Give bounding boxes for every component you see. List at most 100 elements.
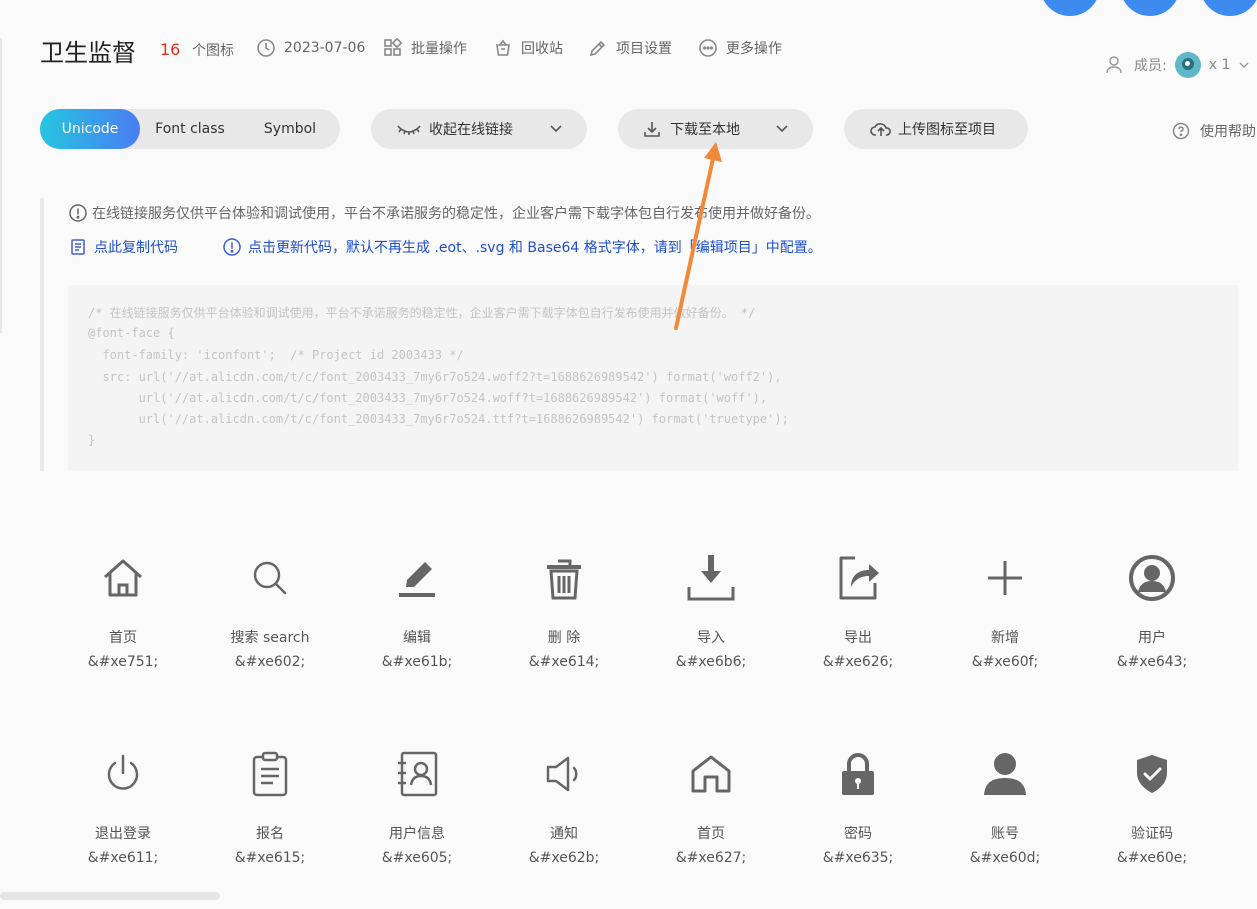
icon-tile[interactable]: 首页 &#xe751; xyxy=(68,553,178,713)
help-label: 使用帮助 xyxy=(1200,124,1256,140)
icon-code: &#xe611; xyxy=(87,850,159,866)
icon-code: &#xe62b; xyxy=(528,850,600,866)
question-icon xyxy=(1172,122,1190,140)
grid-icon xyxy=(384,38,403,56)
project-settings-label: 项目设置 xyxy=(616,41,672,57)
batch-operation-button[interactable]: 批量操作 xyxy=(383,38,467,58)
icon-code: &#xe751; xyxy=(87,654,159,670)
lock-icon xyxy=(833,749,883,799)
collapse-online-link-button[interactable]: 收起在线链接 xyxy=(371,109,587,149)
members-icon xyxy=(1106,56,1122,74)
icon-tile[interactable]: 报名 &#xe615; xyxy=(215,749,325,909)
code-snippet[interactable]: /* 在线链接服务仅供平台体验和调试使用，平台不承诺服务的稳定性，企业客户需下载… xyxy=(68,285,1238,471)
icon-name: 验证码 xyxy=(1131,826,1173,842)
icon-name: 密码 xyxy=(844,826,872,842)
info-icon xyxy=(223,238,241,256)
code-line: font-family: 'iconfont'; /* Project id 2… xyxy=(88,348,464,362)
icon-name: 编辑 xyxy=(403,630,431,646)
icon-tile[interactable]: 导入 &#xe6b6; xyxy=(656,553,766,713)
home-icon xyxy=(98,553,148,603)
trash-icon xyxy=(539,553,589,603)
batch-operation-label: 批量操作 xyxy=(411,41,467,57)
icon-name: 导出 xyxy=(844,630,872,646)
members-info[interactable]: 成员: x 1 xyxy=(1104,52,1250,78)
icon-code: &#xe614; xyxy=(528,654,600,670)
icon-tile[interactable]: 账号 &#xe60d; xyxy=(950,749,1060,909)
code-format-tabs: Unicode Font class Symbol xyxy=(40,109,340,149)
document-icon xyxy=(71,239,85,255)
icon-tile[interactable]: 导出 &#xe626; xyxy=(803,553,913,713)
floating-circle-button[interactable] xyxy=(1200,0,1257,16)
icon-tile[interactable]: 验证码 &#xe60e; xyxy=(1097,749,1207,909)
icon-code: &#xe602; xyxy=(234,654,306,670)
more-operations-button[interactable]: 更多操作 xyxy=(698,38,782,58)
code-line: url('//at.alicdn.com/t/c/font_2003433_7m… xyxy=(88,391,768,405)
icon-name: 退出登录 xyxy=(95,826,151,842)
icon-name: 导入 xyxy=(697,630,725,646)
more-operations-label: 更多操作 xyxy=(726,41,782,57)
date-text: 2023-07-06 xyxy=(284,40,366,56)
icon-tile[interactable]: 首页 &#xe627; xyxy=(656,749,766,909)
icon-code: &#xe61b; xyxy=(381,654,453,670)
horizontal-scrollbar[interactable] xyxy=(0,892,220,900)
copy-code-link[interactable]: 点此复制代码 xyxy=(68,237,178,257)
code-line: src: url('//at.alicdn.com/t/c/font_20034… xyxy=(88,370,782,384)
icon-count-unit: 个图标 xyxy=(192,43,234,59)
search-icon xyxy=(245,553,295,603)
icon-name: 删 除 xyxy=(547,630,581,646)
icon-tile[interactable]: 用户 &#xe643; xyxy=(1097,553,1207,713)
icon-name: 新增 xyxy=(991,630,1019,646)
floating-circle-button[interactable] xyxy=(1120,0,1180,16)
icon-tile[interactable]: 退出登录 &#xe611; xyxy=(68,749,178,909)
chevron-down-icon xyxy=(550,125,562,133)
icon-tile[interactable]: 通知 &#xe62b; xyxy=(509,749,619,909)
icon-code: &#xe60e; xyxy=(1116,850,1188,866)
export-icon xyxy=(833,553,883,603)
clipboard-icon xyxy=(245,749,295,799)
speaker-icon xyxy=(539,749,589,799)
import-icon xyxy=(686,553,736,603)
recycle-bin-button[interactable]: 回收站 xyxy=(493,38,563,58)
download-icon xyxy=(644,122,660,137)
icon-code: &#xe627; xyxy=(675,850,747,866)
upload-icons-button[interactable]: 上传图标至项目 xyxy=(844,109,1028,149)
person-icon xyxy=(980,749,1030,799)
power-icon xyxy=(98,749,148,799)
icon-name: 首页 xyxy=(697,826,725,842)
contact-card-icon xyxy=(392,749,442,799)
chevron-down-icon xyxy=(776,125,788,133)
icon-name: 用户 xyxy=(1138,630,1166,646)
closed-eye-icon xyxy=(397,125,421,135)
pencil-icon xyxy=(589,40,606,57)
icon-code: &#xe60d; xyxy=(969,850,1041,866)
icon-code: &#xe6b6; xyxy=(675,654,747,670)
chevron-down-icon[interactable] xyxy=(1238,59,1250,71)
icon-tile[interactable]: 编辑 &#xe61b; xyxy=(362,553,472,713)
tab-unicode[interactable]: Unicode xyxy=(40,109,140,149)
icon-name: 首页 xyxy=(109,630,137,646)
icon-code: &#xe635; xyxy=(822,850,894,866)
floating-circle-button[interactable] xyxy=(1040,0,1100,16)
icon-name: 报名 xyxy=(256,826,284,842)
icon-name: 通知 xyxy=(550,826,578,842)
tab-symbol[interactable]: Symbol xyxy=(240,109,340,149)
icon-tile[interactable]: 删 除 &#xe614; xyxy=(509,553,619,713)
project-settings-button[interactable]: 项目设置 xyxy=(588,38,672,58)
icon-code: &#xe60f; xyxy=(971,654,1039,670)
icon-code: &#xe626; xyxy=(822,654,894,670)
icon-code: &#xe615; xyxy=(234,850,306,866)
members-label: 成员: xyxy=(1134,58,1167,74)
recycle-bin-label: 回收站 xyxy=(521,41,563,57)
collapse-online-link-label: 收起在线链接 xyxy=(429,122,513,138)
help-link[interactable]: 使用帮助 xyxy=(1172,121,1256,141)
upload-icons-label: 上传图标至项目 xyxy=(898,122,996,138)
icon-tile[interactable]: 搜索 search &#xe602; xyxy=(215,553,325,713)
icon-tile[interactable]: 新增 &#xe60f; xyxy=(950,553,1060,713)
house-icon xyxy=(686,749,736,799)
icon-tile[interactable]: 用户信息 &#xe605; xyxy=(362,749,472,909)
download-local-label: 下载至本地 xyxy=(670,122,740,138)
member-avatar[interactable] xyxy=(1174,52,1201,78)
recycle-icon xyxy=(496,39,510,56)
icon-tile[interactable]: 密码 &#xe635; xyxy=(803,749,913,909)
tab-font-class[interactable]: Font class xyxy=(140,109,240,149)
